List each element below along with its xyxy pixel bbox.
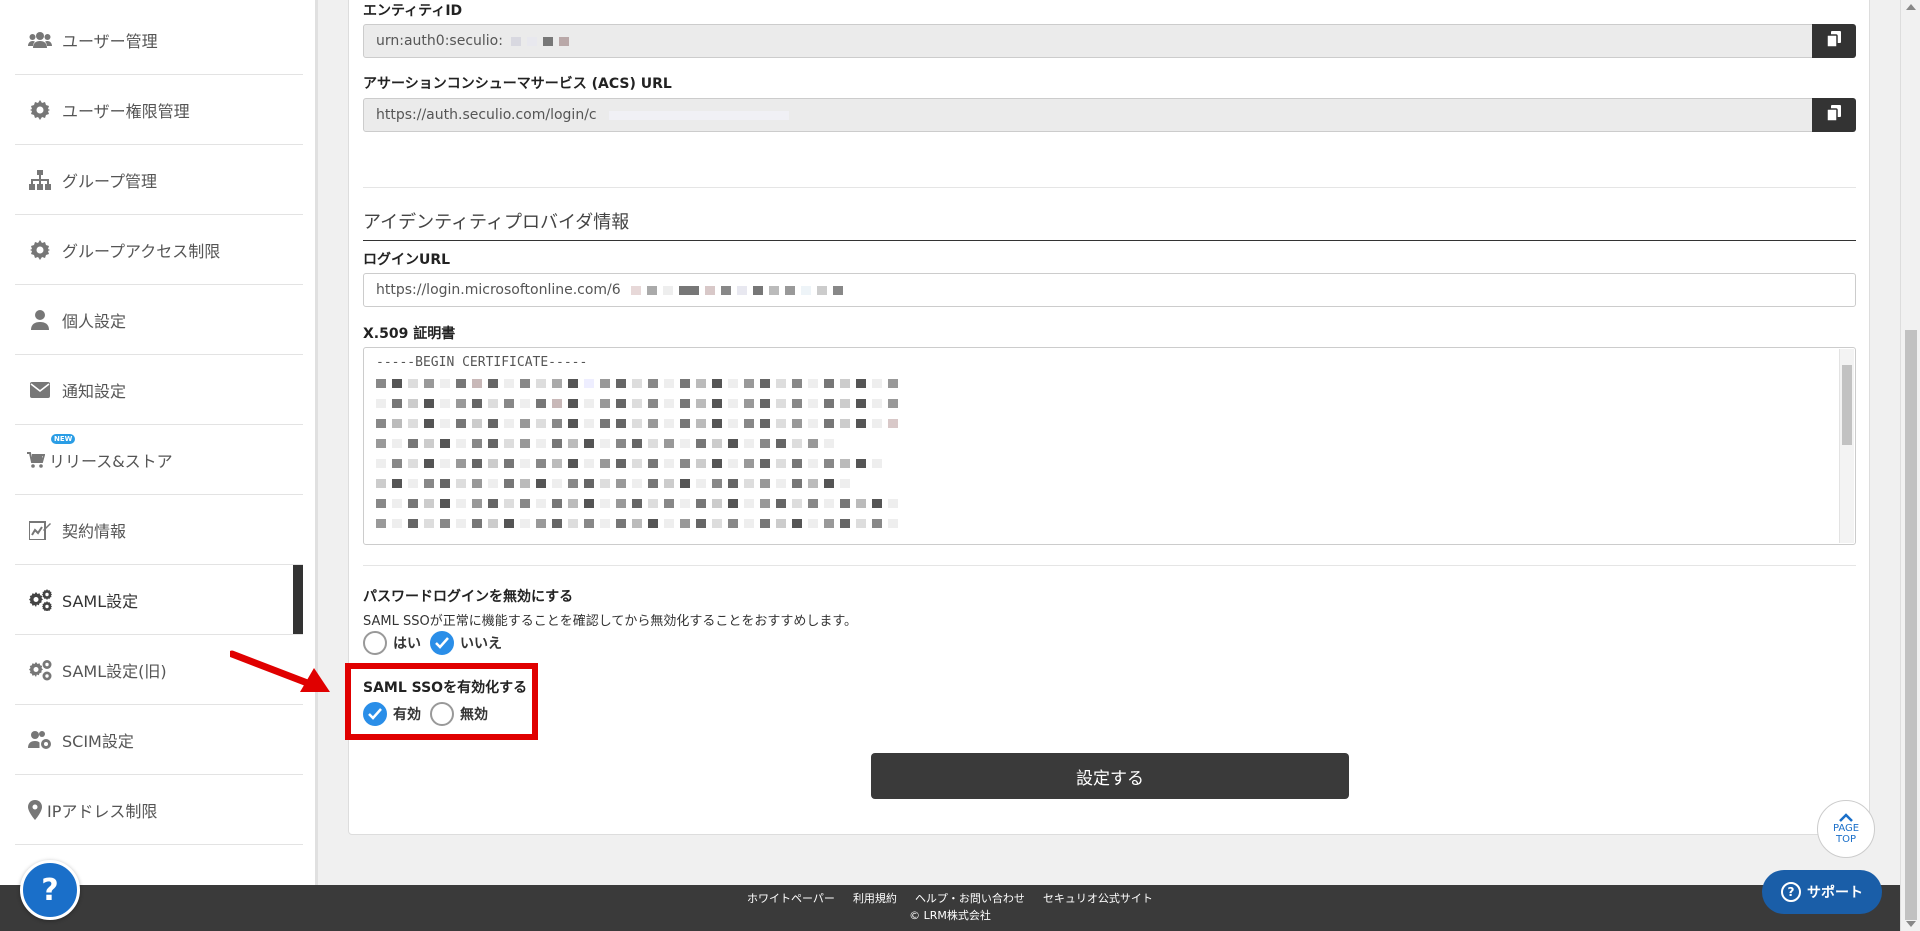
sidebar-item-label: ユーザー権限管理 — [62, 101, 190, 121]
redacted-block — [625, 282, 849, 298]
sidebar: ユーザー管理 ユーザー権限管理 グループ管理 グループアクセス制限 個人設定 通… — [0, 0, 318, 885]
users-icon — [27, 27, 53, 53]
page-top-button[interactable]: PAGE TOP — [1817, 800, 1875, 858]
red-arrow-annotation — [230, 650, 330, 692]
copy-acs-url-button[interactable] — [1812, 98, 1856, 132]
help-button[interactable]: ? — [20, 860, 80, 920]
cart-icon — [27, 447, 45, 473]
sidebar-item-group-management[interactable]: グループ管理 — [15, 145, 303, 215]
sidebar-item-release-store[interactable]: NEW リリース&ストア — [15, 425, 303, 495]
sidebar-item-user-management[interactable]: ユーザー管理 — [15, 5, 303, 75]
footer-link-terms[interactable]: 利用規約 — [853, 890, 897, 906]
sidebar-item-label: IPアドレス制限 — [47, 801, 158, 821]
support-button[interactable]: ? サポート — [1762, 870, 1882, 914]
redacted-block — [507, 33, 575, 49]
sidebar-item-ip-restriction[interactable]: IPアドレス制限 — [15, 775, 303, 845]
acs-url-value: https://auth.seculio.com/login/c — [376, 107, 597, 123]
login-url-label: ログインURL — [363, 252, 451, 268]
redacted-block — [601, 107, 795, 123]
copy-icon — [1826, 31, 1841, 51]
sidebar-item-label: リリース&ストア — [49, 451, 173, 471]
footer-link-whitepaper[interactable]: ホワイトペーパー — [747, 890, 835, 906]
footer-link-official-site[interactable]: セキュリオ公式サイト — [1043, 890, 1153, 906]
chevron-up-icon — [1839, 813, 1853, 822]
scroll-down-arrow-icon[interactable] — [1906, 921, 1916, 927]
entity-id-field[interactable]: urn:auth0:seculio: — [363, 24, 1813, 58]
redacted-certificate-body — [376, 374, 1843, 534]
map-pin-icon — [27, 797, 43, 823]
divider — [363, 565, 1856, 566]
idp-section-title: アイデンティティプロバイダ情報 — [363, 208, 1856, 241]
gears-icon — [27, 657, 53, 683]
sidebar-item-label: ユーザー管理 — [62, 31, 158, 51]
copy-entity-id-button[interactable] — [1812, 24, 1856, 58]
login-url-value: https://login.microsoftonline.com/6 — [376, 282, 621, 298]
sidebar-item-label: SCIM設定 — [62, 731, 134, 751]
sidebar-item-label: SAML設定 — [62, 591, 139, 611]
gears-icon — [27, 587, 53, 613]
divider — [363, 187, 1856, 188]
contract-icon — [27, 517, 53, 543]
scroll-up-arrow-icon[interactable] — [1906, 4, 1916, 10]
copyright: © LRM株式会社 — [909, 909, 991, 922]
user-icon — [27, 307, 53, 333]
highlight-annotation-box — [345, 663, 538, 740]
gear-icon — [27, 97, 53, 123]
page-top-line1: PAGE — [1832, 823, 1860, 834]
users-gear-icon — [27, 727, 53, 753]
entity-id-label: エンティティID — [363, 3, 463, 19]
cert-label: X.509 証明書 — [363, 326, 456, 342]
password-login-no-radio[interactable] — [430, 631, 454, 655]
sidebar-item-saml-settings[interactable]: SAML設定 — [15, 565, 303, 635]
footer: ホワイトペーパー 利用規約 ヘルプ・お問い合わせ セキュリオ公式サイト © LR… — [0, 885, 1900, 931]
sidebar-item-scim-settings[interactable]: SCIM設定 — [15, 705, 303, 775]
sidebar-item-label: 個人設定 — [62, 311, 127, 331]
sidebar-item-user-permission[interactable]: ユーザー権限管理 — [15, 75, 303, 145]
login-url-input[interactable]: https://login.microsoftonline.com/6 — [363, 273, 1856, 307]
acs-url-field[interactable]: https://auth.seculio.com/login/c — [363, 98, 1813, 132]
page-top-line2: TOP — [1835, 834, 1856, 845]
copy-icon — [1826, 105, 1841, 125]
sidebar-item-label: 契約情報 — [62, 521, 127, 541]
certificate-textarea[interactable]: -----BEGIN CERTIFICATE----- — [363, 347, 1856, 545]
textarea-scrollbar[interactable] — [1839, 349, 1854, 543]
envelope-icon — [27, 377, 53, 403]
password-login-label: パスワードログインを無効にする — [363, 589, 574, 605]
sidebar-item-notification[interactable]: 通知設定 — [15, 355, 303, 425]
footer-links: ホワイトペーパー 利用規約 ヘルプ・お問い合わせ セキュリオ公式サイト — [0, 890, 1900, 906]
textarea-scroll-thumb[interactable] — [1842, 365, 1852, 445]
sitemap-icon — [27, 167, 53, 193]
sidebar-item-label: 通知設定 — [62, 381, 127, 401]
page-scroll-thumb[interactable] — [1905, 330, 1917, 920]
active-indicator — [293, 565, 303, 634]
entity-id-value: urn:auth0:seculio: — [376, 33, 503, 49]
question-icon: ? — [41, 872, 59, 908]
cert-first-line: -----BEGIN CERTIFICATE----- — [376, 355, 588, 370]
new-badge: NEW — [51, 434, 76, 444]
sidebar-item-personal-settings[interactable]: 個人設定 — [15, 285, 303, 355]
gear-icon — [27, 237, 53, 263]
sidebar-item-label: グループ管理 — [62, 171, 158, 191]
page-scrollbar[interactable] — [1900, 0, 1920, 931]
password-login-helper: SAML SSOが正常に機能することを確認してから無効化することをおすすめします… — [363, 614, 858, 629]
radio-label-no[interactable]: いいえ — [460, 633, 502, 653]
question-icon: ? — [1781, 882, 1801, 902]
sidebar-item-label: SAML設定(旧) — [62, 661, 167, 681]
radio-label-yes[interactable]: はい — [393, 633, 421, 653]
sidebar-item-contract-info[interactable]: 契約情報 — [15, 495, 303, 565]
password-login-radio-group: はい いいえ — [363, 631, 511, 655]
sidebar-item-label: グループアクセス制限 — [62, 241, 221, 261]
submit-button[interactable]: 設定する — [871, 753, 1349, 799]
support-label: サポート — [1807, 885, 1863, 901]
footer-link-help[interactable]: ヘルプ・お問い合わせ — [915, 890, 1025, 906]
acs-url-label: アサーションコンシューマサービス (ACS) URL — [363, 76, 672, 92]
checkmark-icon — [435, 637, 449, 649]
password-login-yes-radio[interactable] — [363, 631, 387, 655]
sidebar-item-group-access[interactable]: グループアクセス制限 — [15, 215, 303, 285]
